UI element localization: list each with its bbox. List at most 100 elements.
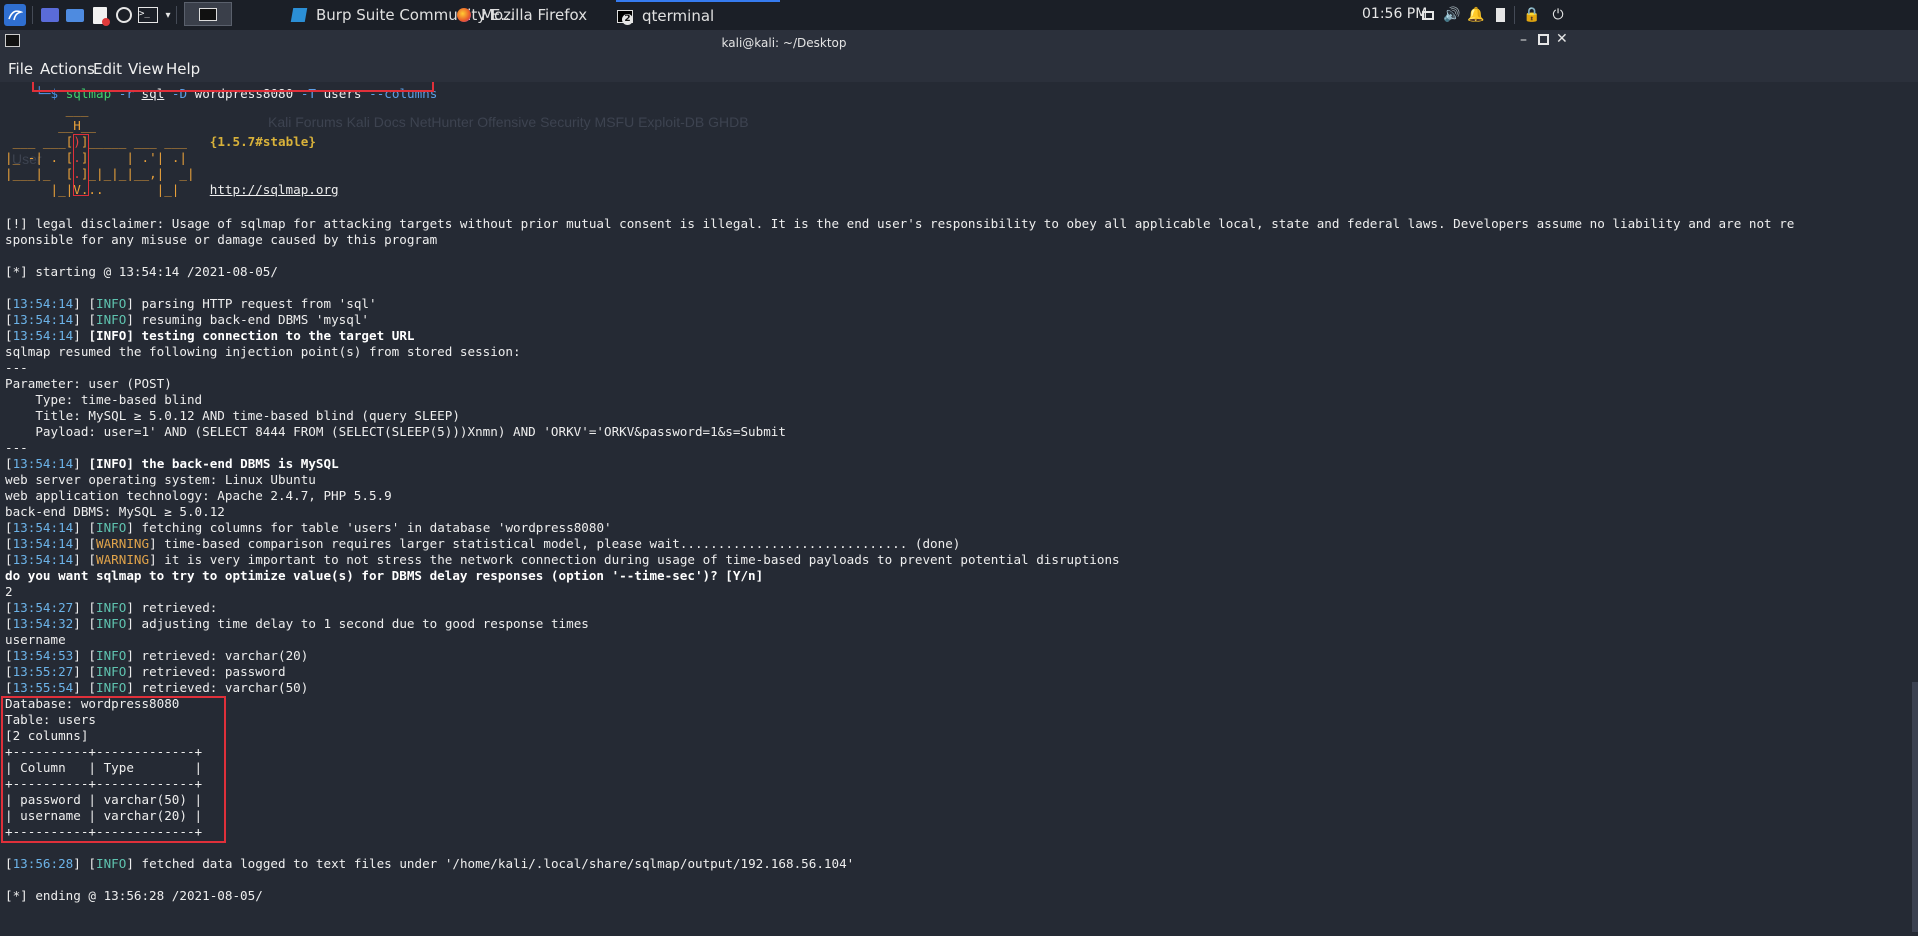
log-segment: time-based comparison requires larger st… <box>164 536 961 551</box>
sqlmap-url-link[interactable]: http://sqlmap.org <box>210 182 339 197</box>
log-line: [13:55:54] [INFO] retrieved: varchar(50) <box>5 680 309 695</box>
log-segment: parsing HTTP request from 'sql' <box>141 296 377 311</box>
log-segment: retrieved: <box>141 600 218 615</box>
log-segment: retrieved: varchar(20) <box>141 648 309 663</box>
log-segment: [INFO] testing connection to the target … <box>88 328 415 343</box>
log-segment: 13:56:28 <box>12 856 74 871</box>
answer-line: 2 <box>5 584 13 599</box>
log-line: [13:54:53] [INFO] retrieved: varchar(20) <box>5 648 309 663</box>
terminal-output[interactable]: Kali Forums Kali Docs NetHunter Offensiv… <box>0 82 1918 936</box>
log-segment: 13:55:27 <box>12 664 74 679</box>
workspace-preview[interactable] <box>184 2 232 26</box>
volume-icon[interactable]: 🔊 <box>1442 5 1462 25</box>
terminal-scrollbar[interactable] <box>1912 682 1918 932</box>
task-firefox[interactable]: Mozilla Firefox <box>455 0 587 30</box>
terminal-launcher-icon[interactable]: >_ <box>138 5 158 25</box>
display-icon[interactable] <box>1418 5 1438 25</box>
close-icon[interactable]: ✕ <box>1556 31 1568 47</box>
log-segment: ___ ___[ <box>5 134 74 149</box>
log-segment: 13:54:14 <box>12 520 74 535</box>
log-segment: resuming back-end DBMS 'mysql' <box>141 312 369 327</box>
log-segment: INFO <box>96 648 127 663</box>
log-segment: 13:54:53 <box>12 648 74 663</box>
tech-line: web application technology: Apache 2.4.7… <box>5 488 392 503</box>
log-segment: [INFO] the back-end DBMS is MySQL <box>88 456 339 471</box>
terminal-thumbnail-icon <box>199 7 217 21</box>
logo-line-6: |_|V... |_| http://sqlmap.org <box>5 182 339 198</box>
file-manager-icon[interactable] <box>65 5 85 25</box>
menu-bar: File Actions Edit View Help <box>0 58 1918 82</box>
notification-bell-icon[interactable]: 🔔 <box>1466 5 1486 25</box>
log-line: [13:54:32] [INFO] adjusting time delay t… <box>5 616 589 631</box>
question-line: do you want sqlmap to try to optimize va… <box>5 568 764 583</box>
battery-icon[interactable] <box>1490 5 1510 25</box>
logo-line-1: ___ <box>5 102 89 118</box>
log-segment: fetching columns for table 'users' in da… <box>141 520 612 535</box>
minimize-icon[interactable]: – <box>1520 32 1527 48</box>
backend-line: back-end DBMS: MySQL ≥ 5.0.12 <box>5 504 225 519</box>
log-segment: INFO <box>96 456 127 471</box>
log-segment: WARNING <box>96 552 150 567</box>
command-highlight-box <box>32 82 434 92</box>
log-segment: 13:54:14 <box>12 536 74 551</box>
log-segment: INFO <box>96 520 127 535</box>
window-titlebar[interactable]: kali@kali: ~/Desktop – ✕ <box>0 30 1918 58</box>
log-line: [13:55:27] [INFO] retrieved: password <box>5 664 286 679</box>
show-desktop-icon[interactable] <box>40 5 60 25</box>
log-segment: ___ <box>5 102 89 117</box>
logo-line-2: __H__ <box>5 118 96 134</box>
log-segment: INFO <box>96 680 127 695</box>
log-line: [13:56:28] [INFO] fetched data logged to… <box>5 856 855 871</box>
task-qterminal[interactable]: 2 qterminal <box>616 0 780 30</box>
sqlmap-version: {1.5.7#stable} <box>209 134 316 149</box>
log-segment: 13:54:14 <box>12 296 74 311</box>
log-line: [13:54:14] [WARNING] time-based comparis… <box>5 536 961 551</box>
separator-line: --- <box>5 440 28 455</box>
log-segment: 13:54:14 <box>12 456 74 471</box>
text-editor-icon[interactable] <box>90 5 110 26</box>
maximize-icon[interactable] <box>1538 34 1549 45</box>
log-segment: |_ -| . [ <box>5 150 74 165</box>
payload-line: Payload: user=1' AND (SELECT 8444 FROM (… <box>5 424 786 439</box>
type-line: Type: time-based blind <box>5 392 203 407</box>
chevron-down-icon[interactable]: ▾ <box>158 5 178 25</box>
log-line: [13:54:27] [INFO] retrieved: <box>5 600 218 615</box>
lock-icon[interactable]: 🔒 <box>1522 5 1542 25</box>
title-line: Title: MySQL ≥ 5.0.12 AND time-based bli… <box>5 408 460 423</box>
log-line: [13:54:14] [INFO] testing connection to … <box>5 328 415 343</box>
result-highlight-box <box>1 696 226 843</box>
task-label: qterminal <box>642 7 715 25</box>
menu-edit[interactable]: Edit <box>93 60 122 78</box>
log-segment: |___|_ [ <box>5 166 74 181</box>
menu-view[interactable]: View <box>128 60 164 78</box>
log-segment: INFO <box>96 312 127 327</box>
log-segment: INFO <box>96 856 127 871</box>
log-segment: the back-end DBMS is MySQL <box>141 456 339 471</box>
browser-icon[interactable] <box>114 5 134 25</box>
ending-line: [*] ending @ 13:56:28 /2021-08-05/ <box>5 888 263 903</box>
menu-actions[interactable]: Actions <box>40 60 95 78</box>
kali-menu-icon[interactable] <box>4 4 26 26</box>
log-segment: ] | .'| . <box>80 150 180 165</box>
log-segment: WARNING <box>96 536 150 551</box>
window-title: kali@kali: ~/Desktop <box>721 36 847 50</box>
menu-file[interactable]: File <box>8 60 33 78</box>
terminal-icon: 2 <box>616 7 634 25</box>
log-segment: | <box>179 150 188 165</box>
log-line: [13:54:14] [INFO] fetching columns for t… <box>5 520 612 535</box>
log-line: [13:54:14] [WARNING] it is very importan… <box>5 552 1120 567</box>
task-label: Mozilla Firefox <box>481 6 588 24</box>
log-segment: 13:54:27 <box>12 600 74 615</box>
log-segment: retrieved: password <box>141 664 286 679</box>
log-segment: |_|V... |_| <box>5 182 180 197</box>
disclaimer-line-2: sponsible for any misuse or damage cause… <box>5 232 438 247</box>
log-segment: 13:54:32 <box>12 616 74 631</box>
log-line: [13:54:14] [INFO] the back-end DBMS is M… <box>5 456 339 471</box>
log-segment: INFO <box>96 664 127 679</box>
log-segment: __H__ <box>5 118 96 133</box>
log-segment: ]_____ ___ ___ <box>80 134 187 149</box>
firefox-icon <box>455 6 473 24</box>
resumed-line: sqlmap resumed the following injection p… <box>5 344 521 359</box>
power-icon[interactable]: ⏻ <box>1548 5 1568 25</box>
menu-help[interactable]: Help <box>166 60 200 78</box>
